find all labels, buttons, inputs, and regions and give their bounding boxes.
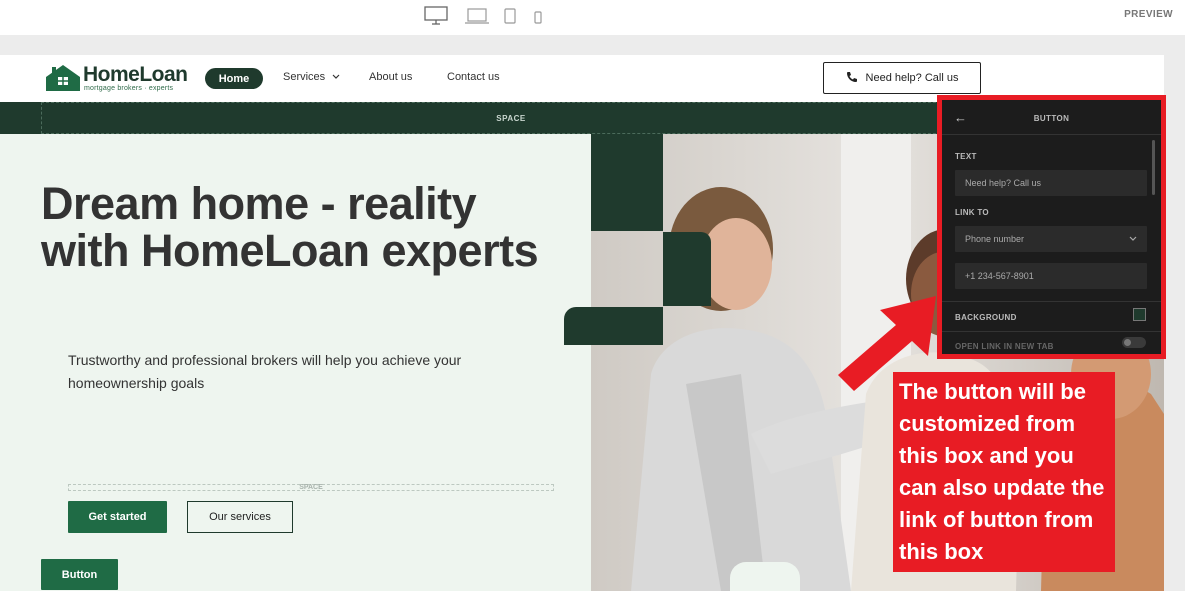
chevron-down-icon [1129, 234, 1137, 244]
phone-icon[interactable] [534, 11, 542, 29]
divider [942, 331, 1161, 332]
preview-button[interactable]: PREVIEW [1124, 9, 1173, 20]
background-label: BACKGROUND [955, 313, 1017, 322]
logo-subtitle: mortgage brokers · experts [84, 85, 174, 92]
link-to-label: LINK TO [955, 208, 989, 217]
logo-title: HomeLoan [83, 63, 188, 86]
button-settings-panel: ← BUTTON TEXT Need help? Call us LINK TO… [937, 95, 1166, 359]
decorative-shape [591, 134, 663, 231]
call-us-button[interactable]: Need help? Call us [823, 62, 981, 94]
panel-scrollbar[interactable] [1152, 140, 1155, 195]
nav-services[interactable]: Services [283, 71, 340, 83]
logo[interactable]: HomeLoan mortgage brokers · experts [44, 61, 194, 97]
toggle-knob [1124, 339, 1131, 346]
new-tab-label: OPEN LINK IN NEW TAB [955, 342, 1054, 351]
annotation-callout: The button will be customized from this … [893, 372, 1115, 572]
our-services-button[interactable]: Our services [187, 501, 293, 533]
link-type-select[interactable]: Phone number [955, 226, 1147, 252]
decorative-shape [663, 232, 711, 306]
nav-contact[interactable]: Contact us [447, 71, 500, 83]
panel-header: ← BUTTON [942, 100, 1161, 135]
background-color-swatch[interactable] [1133, 308, 1146, 321]
nav-home[interactable]: Home [205, 68, 263, 89]
button-text-input[interactable]: Need help? Call us [955, 170, 1147, 196]
tablet-icon[interactable] [504, 8, 516, 29]
nav-about[interactable]: About us [369, 71, 412, 83]
call-us-label: Need help? Call us [865, 72, 959, 84]
chevron-down-icon [332, 71, 340, 83]
generic-button[interactable]: Button [41, 559, 118, 590]
panel-title: BUTTON [1033, 114, 1070, 123]
space-spacer[interactable]: SPACE [68, 484, 554, 491]
phone-call-icon [846, 71, 858, 86]
link-type-value: Phone number [965, 234, 1025, 244]
desktop-icon[interactable] [424, 6, 448, 31]
laptop-icon[interactable] [465, 8, 489, 29]
divider [942, 301, 1161, 302]
editor-toolbar: PREVIEW [0, 0, 1185, 35]
decorative-shape [564, 307, 663, 345]
hero-subtitle: Trustworthy and professional brokers wil… [68, 352, 462, 391]
decorative-shape [730, 562, 800, 591]
hero-title: Dream home - reality with HomeLoan exper… [41, 178, 539, 276]
get-started-button[interactable]: Get started [68, 501, 167, 533]
nav-services-label: Services [283, 71, 326, 83]
house-logo-icon [46, 65, 80, 91]
space-label: SPACE [41, 102, 981, 134]
phone-number-input[interactable]: +1 234-567-8901 [955, 263, 1147, 289]
new-tab-toggle[interactable] [1122, 337, 1146, 348]
canvas-margin [1164, 55, 1185, 591]
text-label: TEXT [955, 152, 977, 161]
